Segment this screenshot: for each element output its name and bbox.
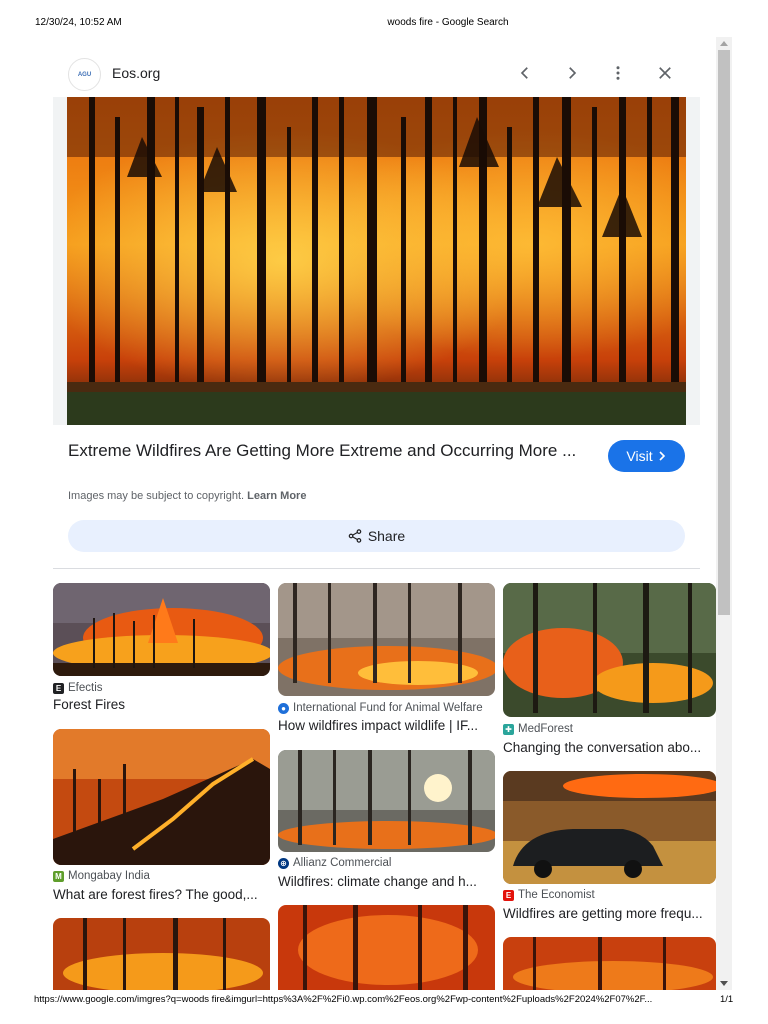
forest-fire-image (278, 583, 495, 696)
print-header: 12/30/24, 10:52 AM woods fire - Google S… (0, 17, 768, 31)
print-footer: https://www.google.com/imgres?q=woods fi… (0, 994, 768, 1008)
result-card[interactable]: ✚ MedForest Changing the conversation ab… (503, 583, 716, 759)
forest-fire-image (53, 729, 270, 865)
print-page-title: woods fire - Google Search (387, 17, 509, 28)
result-source[interactable]: ✚ MedForest (503, 723, 573, 735)
result-thumbnail[interactable] (278, 905, 495, 990)
result-source-name: MedForest (518, 723, 573, 735)
result-source-name: Efectis (68, 682, 103, 694)
result-title[interactable]: Wildfires: climate change and h... (278, 874, 495, 889)
chevron-right-icon (569, 67, 577, 79)
result-thumbnail[interactable] (53, 729, 270, 865)
result-thumbnail[interactable] (503, 583, 716, 717)
site-name[interactable]: Eos.org (112, 65, 160, 81)
result-title[interactable]: What are forest fires? The good,... (53, 887, 270, 902)
result-source[interactable]: ● International Fund for Animal Welfare (278, 702, 483, 714)
scrollbar[interactable] (716, 37, 732, 990)
result-thumbnail[interactable] (503, 771, 716, 884)
divider (53, 568, 700, 569)
result-thumbnail[interactable] (278, 583, 495, 696)
source-favicon-icon: E (503, 889, 514, 901)
learn-more-link[interactable]: Learn More (247, 490, 306, 502)
forest-fire-image (53, 918, 270, 990)
scroll-down-icon[interactable] (720, 981, 728, 986)
visit-button[interactable]: Visit (608, 440, 685, 472)
copyright-notice: Images may be subject to copyright. Lear… (68, 490, 306, 502)
site-favicon[interactable]: AGU (68, 58, 101, 91)
wildfire-preview-image[interactable] (67, 97, 686, 425)
forest-fire-image (278, 750, 495, 852)
result-source[interactable]: E Efectis (53, 682, 103, 694)
next-button[interactable] (560, 61, 584, 85)
more-vert-icon (616, 66, 620, 80)
close-icon (659, 67, 671, 79)
result-thumbnail[interactable] (53, 583, 270, 676)
chevron-left-icon (520, 67, 528, 79)
preview-image-frame (53, 97, 700, 425)
result-card[interactable]: E The Economist Wildfires are getting mo… (503, 771, 716, 925)
result-card[interactable] (503, 937, 716, 990)
result-title[interactable]: Wildfires are getting more frequ... (503, 906, 708, 921)
image-viewer-header: AGU Eos.org (53, 49, 700, 97)
print-url: https://www.google.com/imgres?q=woods fi… (34, 994, 653, 1005)
share-icon (348, 529, 362, 543)
scrollbar-thumb[interactable] (718, 50, 730, 615)
share-button[interactable]: Share (68, 520, 685, 552)
forest-fire-image (53, 583, 270, 676)
forest-fire-image (278, 905, 495, 990)
result-source-name: Allianz Commercial (293, 857, 392, 869)
result-card[interactable]: ⊕ Allianz Commercial Wildfires: climate … (278, 750, 495, 892)
result-source-name: The Economist (518, 889, 595, 901)
result-source-name: International Fund for Animal Welfare (293, 702, 483, 714)
print-page-number: 1/1 (720, 994, 734, 1005)
source-favicon-icon: E (53, 682, 64, 694)
car-wildfire-image (503, 771, 716, 884)
source-favicon-icon: ✚ (503, 723, 514, 735)
result-title[interactable]: Changing the conversation abo... (503, 740, 708, 755)
result-thumbnail[interactable] (53, 918, 270, 990)
result-card[interactable] (278, 905, 495, 990)
result-source[interactable]: ⊕ Allianz Commercial (278, 857, 391, 869)
result-source-name: Mongabay India (68, 870, 150, 882)
share-label: Share (367, 528, 406, 544)
close-button[interactable] (653, 61, 677, 85)
source-favicon-icon: ● (278, 702, 289, 714)
chevron-right-icon (659, 451, 665, 461)
favicon-label: AGU (77, 71, 92, 78)
more-options-button[interactable] (606, 61, 630, 85)
result-title[interactable]: Forest Fires (53, 697, 270, 712)
result-thumbnail[interactable] (503, 937, 716, 990)
forest-fire-image (503, 583, 716, 717)
result-source[interactable]: E The Economist (503, 889, 595, 901)
result-thumbnail[interactable] (278, 750, 495, 852)
result-title[interactable]: How wildfires impact wildlife | IF... (278, 718, 495, 733)
image-headline[interactable]: Extreme Wildfires Are Getting More Extre… (68, 440, 588, 462)
result-source[interactable]: M Mongabay India (53, 870, 150, 882)
previous-button[interactable] (513, 61, 537, 85)
visit-label: Visit (626, 448, 653, 464)
source-favicon-icon: M (53, 870, 64, 882)
result-card[interactable]: E Efectis Forest Fires (53, 583, 270, 718)
result-card[interactable]: ● International Fund for Animal Welfare … (278, 583, 495, 738)
copyright-text: Images may be subject to copyright. (68, 490, 245, 502)
result-card[interactable]: M Mongabay India What are forest fires? … (53, 729, 270, 907)
source-favicon-icon: ⊕ (278, 857, 289, 869)
scroll-up-icon[interactable] (720, 41, 728, 46)
result-card[interactable] (53, 918, 270, 990)
forest-fire-image (503, 937, 716, 990)
